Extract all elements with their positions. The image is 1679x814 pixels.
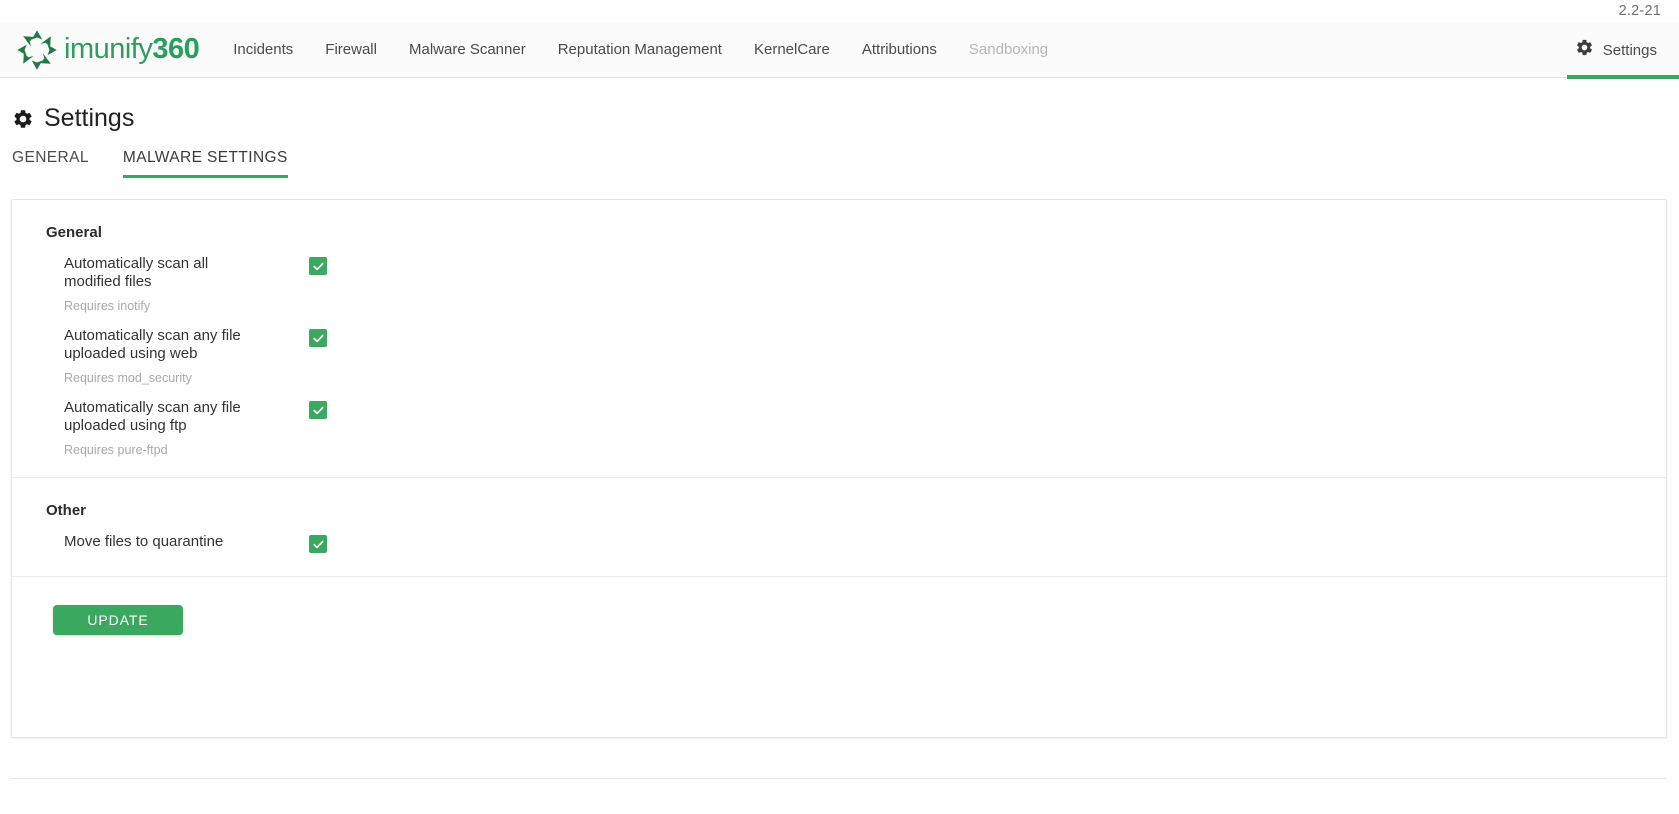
app-version: 2.2-21 [1618,3,1661,19]
checkbox-cell [309,327,327,350]
nav-item-firewall[interactable]: Firewall [309,22,393,78]
nav-item-attributions[interactable]: Attributions [846,22,953,78]
checkbox-cell [309,255,327,278]
setting-hint: Requires inotify [64,299,151,313]
brand-word-bold: 360 [152,33,200,65]
tab-malware-settings[interactable]: MALWARE SETTINGS [122,149,288,178]
gear-icon [1575,38,1594,62]
section-other: Other Move files to quarantine [12,478,1666,576]
brand-word-light: imunify [64,33,153,65]
brand-logo[interactable]: imunify360 [16,29,200,71]
setting-row-move-to-quarantine: Move files to quarantine [12,519,1666,556]
setting-row-scan-modified-files: Automatically scan all modified files Re… [12,241,1666,313]
setting-label: Automatically scan all modified files [64,255,209,290]
nav-settings-active-indicator [1566,75,1679,79]
checkbox-scan-ftp-upload[interactable] [309,401,327,419]
section-general-title: General [46,224,102,241]
nav-items: Incidents Firewall Malware Scanner Reput… [217,22,1064,77]
setting-hint: Requires mod_security [64,371,192,385]
setting-hint: Requires pure-ftpd [64,443,168,457]
setting-row-scan-web-upload: Automatically scan any file uploaded usi… [12,313,1666,385]
setting-texts: Move files to quarantine [64,533,309,551]
section-other-title: Other [46,502,87,519]
nav-item-reputation-management[interactable]: Reputation Management [542,22,738,78]
top-navbar: imunify360 Incidents Firewall Malware Sc… [0,22,1679,79]
brand-wordmark: imunify360 [64,33,200,65]
nav-item-sandboxing: Sandboxing [968,40,1049,58]
nav-settings-label: Settings [1602,41,1657,59]
checkbox-move-to-quarantine[interactable] [309,535,327,553]
setting-texts: Automatically scan any file uploaded usi… [64,327,309,385]
page-title: Settings [44,104,135,132]
section-other-rows: Move files to quarantine [12,519,1666,556]
nav-item-malware-scanner[interactable]: Malware Scanner [393,22,542,78]
navbar-right: Settings [1557,22,1679,79]
setting-label: Automatically scan any file uploaded usi… [64,327,241,362]
page-header: Settings [0,78,1679,133]
page-title-gear-icon [12,108,34,130]
tab-general[interactable]: GENERAL [12,149,89,178]
setting-label: Automatically scan any file uploaded usi… [64,399,241,434]
checkbox-cell [309,399,327,422]
nav-item-incidents[interactable]: Incidents [217,22,309,78]
checkbox-scan-web-upload[interactable] [309,329,327,347]
settings-tabs: GENERAL MALWARE SETTINGS [0,149,1679,178]
version-bar: 2.2-21 [0,0,1679,22]
nav-item-kernelcare[interactable]: KernelCare [738,22,846,78]
section-general: General Automatically scan all modified … [12,200,1666,477]
setting-texts: Automatically scan all modified files Re… [64,255,309,313]
page-bottom-strip [11,778,1667,788]
checkbox-scan-modified-files[interactable] [309,257,327,275]
nav-item-settings[interactable]: Settings [1557,22,1679,79]
update-button[interactable]: UPDATE [53,604,183,635]
card-actions: UPDATE [12,577,1666,635]
setting-row-scan-ftp-upload: Automatically scan any file uploaded usi… [12,385,1666,457]
section-general-rows: Automatically scan all modified files Re… [12,241,1666,457]
checkbox-cell [309,533,327,556]
imunify-star-logo-icon [16,29,58,71]
settings-card: General Automatically scan all modified … [11,199,1667,738]
setting-label: Move files to quarantine [64,533,224,550]
setting-texts: Automatically scan any file uploaded usi… [64,399,309,457]
